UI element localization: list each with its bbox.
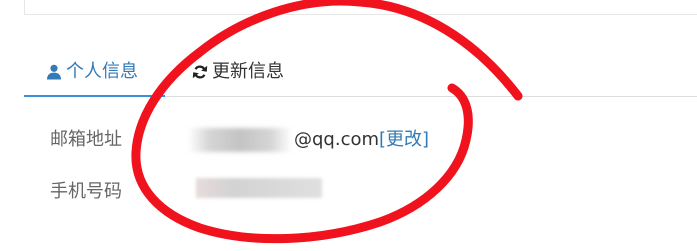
phone-label: 手机号码 [50, 181, 122, 202]
red-circle-annotation [131, 0, 523, 244]
tab-personal-info-label: 个人信息 [66, 61, 138, 82]
top-panel [24, 0, 697, 15]
email-domain: @qq.com [294, 129, 380, 150]
tab-personal-info[interactable]: 个人信息 [24, 62, 165, 97]
user-icon [45, 62, 63, 82]
profile-tabs: 个人信息 更新信息 [24, 52, 697, 97]
tab-update-info-label: 更新信息 [212, 61, 284, 82]
email-edit-link[interactable]: [更改] [379, 129, 429, 150]
email-value: @qq.com[更改] [188, 128, 429, 152]
phone-redaction [196, 178, 322, 198]
email-label: 邮箱地址 [50, 129, 122, 150]
email-redaction [188, 128, 292, 152]
tab-update-info[interactable]: 更新信息 [191, 62, 284, 96]
refresh-icon [191, 62, 209, 82]
